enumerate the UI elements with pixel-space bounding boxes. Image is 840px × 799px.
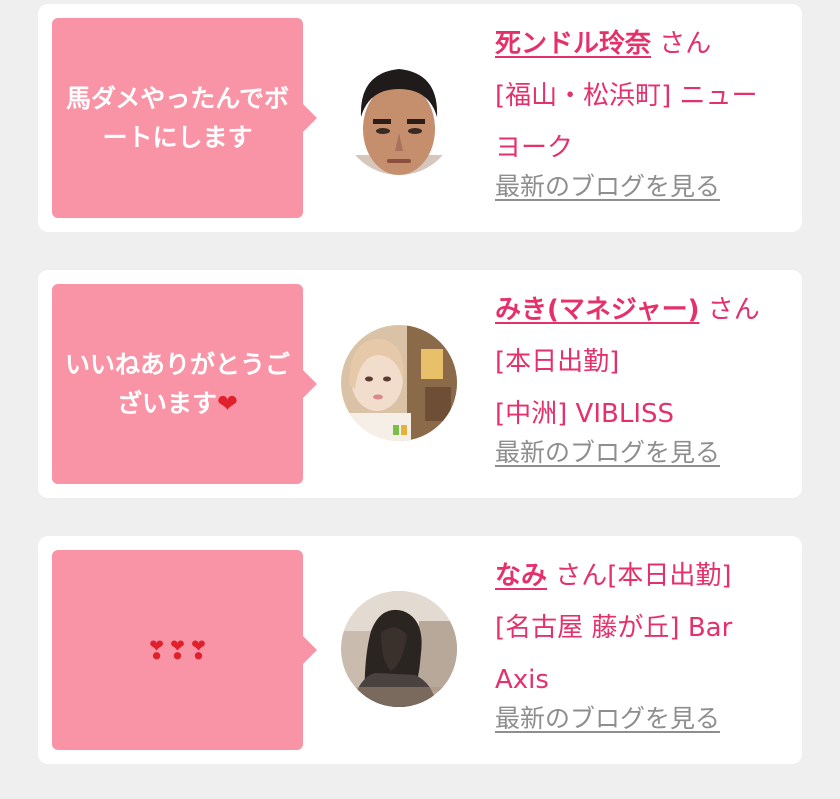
poster-location: [中洲] VIBLISS [495, 399, 675, 429]
message-text: いいねありがとうございます [64, 350, 290, 418]
blog-post-card[interactable]: 馬ダメやったんでボートにします 死ンドル玲奈 さん [福山・松浜町] ニューヨー… [38, 4, 802, 232]
blog-post-card[interactable]: いいねありがとうございます❤ みき(マネジャー) さん[本日出勤] [中洲] V… [38, 270, 802, 498]
poster-suffix: さん[本日出勤] [547, 561, 732, 591]
message-text-wrap: いいねありがとうございます❤ [64, 345, 291, 423]
message-bubble: ❣❣❣ [52, 550, 317, 750]
message-text: 馬ダメやったんでボートにします [65, 84, 289, 152]
latest-blog-link[interactable]: 最新のブログを見る [495, 170, 720, 204]
woman-selfie-photo [341, 325, 457, 441]
poster-location: [名古屋 藤が丘] Bar Axis [495, 613, 733, 695]
avatar[interactable] [341, 325, 457, 441]
avatar[interactable] [341, 59, 457, 175]
post-info: なみ さん[本日出勤] [名古屋 藤が丘] Bar Axis [495, 550, 780, 706]
poster-name-link[interactable]: みき(マネジャー) [495, 295, 699, 325]
poster-name-link[interactable]: なみ [495, 561, 547, 591]
heart-exclamation-icon: ❣❣❣ [146, 635, 209, 665]
message-bubble: いいねありがとうございます❤ [52, 284, 317, 484]
man-face-photo [341, 59, 457, 175]
post-info: 死ンドル玲奈 さん [福山・松浜町] ニューヨーク [495, 18, 780, 174]
latest-blog-link[interactable]: 最新のブログを見る [495, 436, 720, 470]
blog-post-card[interactable]: ❣❣❣ なみ さん[本日出勤] [名古屋 藤が丘] Bar Axis 最新のブロ… [38, 536, 802, 764]
message-bubble: 馬ダメやったんでボートにします [52, 18, 317, 218]
latest-blog-link[interactable]: 最新のブログを見る [495, 702, 720, 736]
post-info: みき(マネジャー) さん[本日出勤] [中洲] VIBLISS [495, 284, 780, 440]
poster-location: [福山・松浜町] ニューヨーク [495, 81, 758, 163]
avatar[interactable] [341, 591, 457, 707]
woman-long-hair-photo [341, 591, 457, 707]
poster-suffix: さん [651, 29, 712, 59]
heart-icon: ❤ [217, 389, 238, 418]
poster-name-link[interactable]: 死ンドル玲奈 [495, 29, 651, 59]
